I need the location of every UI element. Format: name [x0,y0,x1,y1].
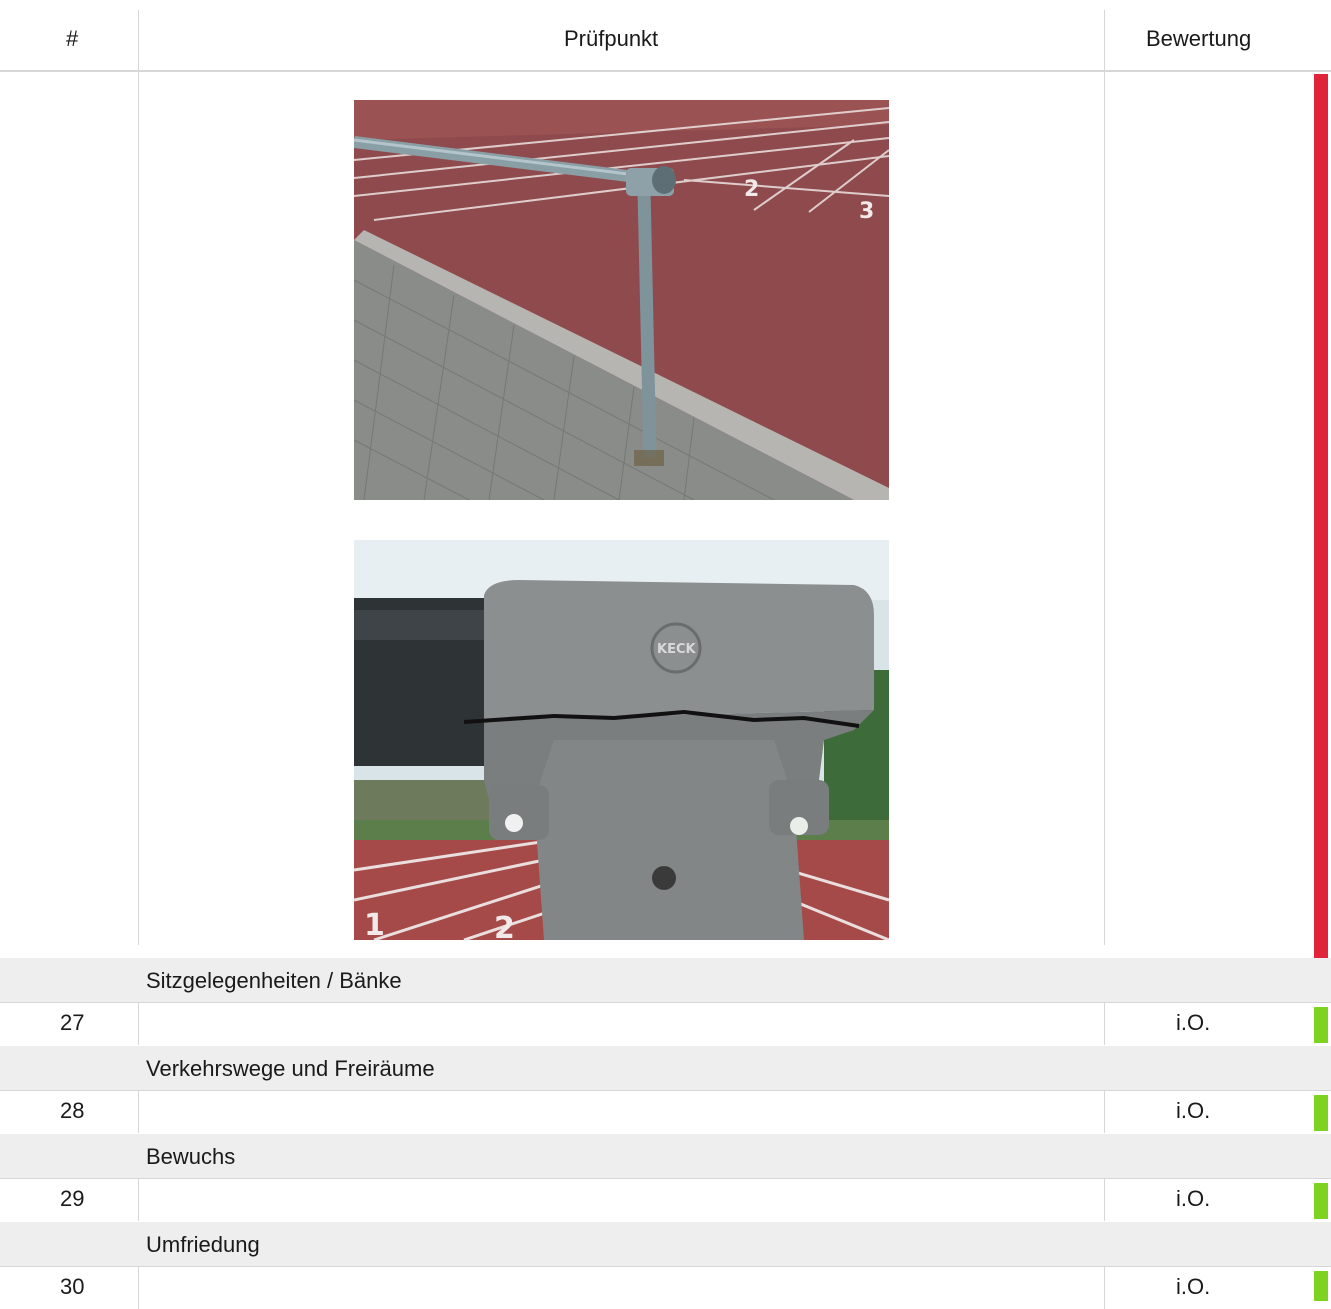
svg-text:2: 2 [494,911,515,940]
svg-text:3: 3 [859,199,874,224]
fitting-stamp-text: KECK [657,642,696,657]
row-number: 28 [60,1098,85,1123]
row-number: 27 [60,1010,85,1035]
row-number: 29 [60,1186,85,1211]
section-title: Sitzgelegenheiten / Bänke [146,968,402,993]
section-title: Verkehrswege und Freiräume [146,1056,435,1081]
column-divider-right [1104,1179,1105,1221]
row-rating: i.O. [1176,1098,1211,1123]
defect-status-bar [1314,74,1328,958]
column-divider-left [138,1003,139,1045]
section-header: Verkehrswege und Freiräume [0,1046,1331,1091]
section-header: Umfriedung [0,1222,1331,1267]
table-row: 28 i.O. [0,1091,1331,1133]
section-title: Bewuchs [146,1144,236,1169]
svg-text:2: 2 [744,177,759,202]
column-divider-right [1104,1003,1105,1045]
column-divider-left [138,10,139,945]
ok-status-bar [1314,1007,1328,1043]
ok-status-bar [1314,1183,1328,1219]
column-divider-left [138,1179,139,1221]
table-row: 27 i.O. [0,1003,1331,1045]
row-rating: i.O. [1176,1274,1211,1299]
row-number: 30 [60,1274,85,1299]
row-rating: i.O. [1176,1186,1211,1211]
column-divider-right [1104,1267,1105,1309]
photo-cracked-fitting: 1 2 KECK [354,540,889,940]
column-header-number: # [66,26,79,51]
photo-railing-track: 2 3 [354,100,889,500]
column-header-rating: Bewertung [1146,26,1252,51]
ok-status-bar [1314,1271,1328,1301]
ok-status-bar [1314,1095,1328,1131]
section-header: Sitzgelegenheiten / Bänke [0,958,1331,1003]
section-header: Bewuchs [0,1134,1331,1179]
row-rating: i.O. [1176,1010,1211,1035]
column-divider-right [1104,10,1105,945]
column-divider-right [1104,1091,1105,1133]
column-divider-left [138,1091,139,1133]
column-divider-left [138,1267,139,1309]
table-row: 30 i.O. [0,1267,1331,1309]
section-title: Umfriedung [146,1232,260,1257]
table-row: 29 i.O. [0,1179,1331,1221]
column-header-check-item: Prüfpunkt [564,26,659,51]
svg-text:1: 1 [364,908,385,940]
header-divider [0,70,1331,72]
